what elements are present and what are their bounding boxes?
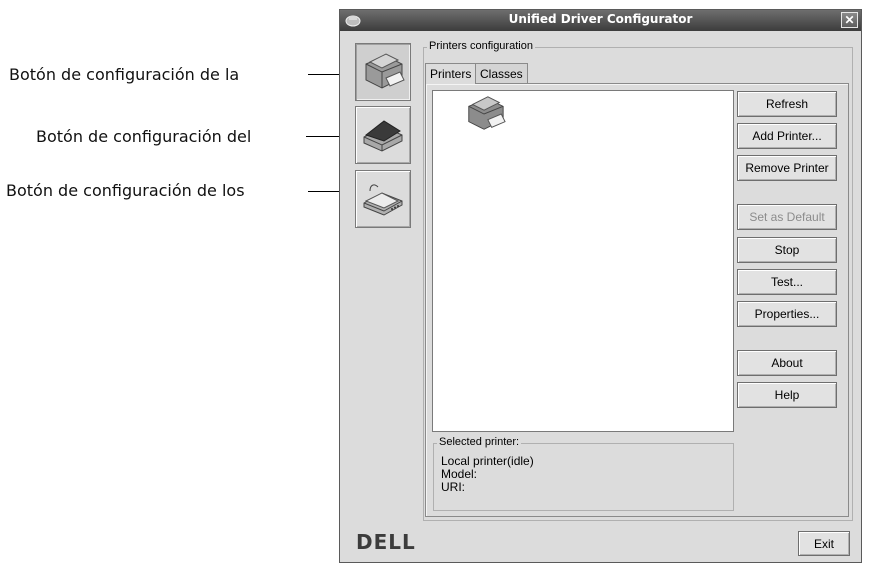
printer-icon	[365, 53, 405, 89]
scanner-config-button[interactable]	[355, 106, 411, 164]
callout-scanner: Botón de configuración del	[36, 125, 251, 147]
ports-config-button[interactable]	[355, 170, 411, 228]
dell-logo-text: DELL	[356, 530, 416, 554]
remove-printer-button[interactable]: Remove Printer	[737, 155, 837, 181]
callout-scanner-text: Botón de configuración del	[36, 126, 252, 146]
port-icon	[363, 184, 403, 216]
title-bar[interactable]: Unified Driver Configurator ✕	[340, 10, 861, 31]
tab-classes[interactable]: Classes	[475, 63, 528, 83]
unified-driver-configurator-window: Unified Driver Configurator ✕ Printers c…	[339, 9, 862, 563]
properties-button[interactable]: Properties...	[737, 301, 837, 327]
test-button[interactable]: Test...	[737, 269, 837, 295]
about-button[interactable]: About	[737, 350, 837, 376]
stop-button[interactable]: Stop	[737, 237, 837, 263]
callout-printer-text: Botón de configuración de la	[9, 64, 240, 84]
set-as-default-button[interactable]: Set as Default	[737, 204, 837, 230]
printers-configuration-title: Printers configuration	[427, 40, 535, 52]
refresh-button[interactable]: Refresh	[737, 91, 837, 117]
close-icon[interactable]: ✕	[841, 12, 858, 28]
printer-list-item-icon[interactable]	[463, 93, 507, 135]
tab-printers[interactable]: Printers	[425, 63, 477, 84]
selected-printer-group: Selected printer: Local printer(idle) Mo…	[433, 436, 734, 511]
dell-logo: DELL	[356, 530, 416, 554]
printer-config-button[interactable]	[355, 43, 411, 101]
window-title: Unified Driver Configurator	[508, 12, 693, 26]
selected-printer-title: Selected printer:	[437, 436, 522, 448]
exit-button[interactable]: Exit	[798, 531, 850, 556]
scanner-icon	[363, 120, 403, 152]
printer-uri-text: URI:	[441, 480, 465, 494]
callout-ports-text: Botón de configuración de los	[6, 180, 245, 200]
help-button[interactable]: Help	[737, 382, 837, 408]
add-printer-button[interactable]: Add Printer...	[737, 123, 837, 149]
printer-list[interactable]	[432, 90, 734, 432]
callout-ports: Botón de configuración de los	[6, 179, 245, 201]
callout-printer: Botón de configuración de la	[9, 63, 239, 85]
